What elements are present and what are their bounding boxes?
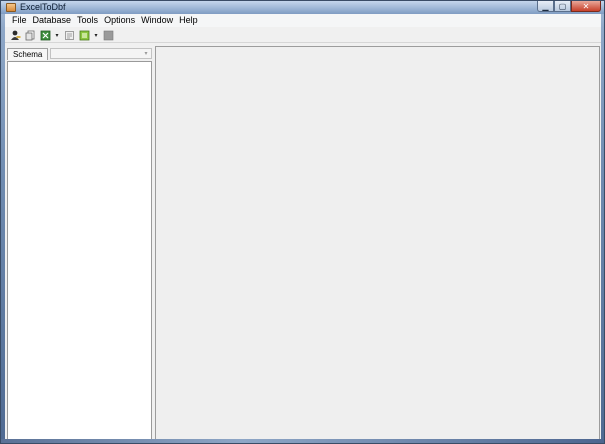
- copy-document-icon: [25, 30, 34, 40]
- menu-window[interactable]: Window: [138, 14, 176, 27]
- window-bottom-border: [1, 439, 604, 443]
- menu-database[interactable]: Database: [30, 14, 75, 27]
- notes-icon: [64, 30, 74, 40]
- minimize-button[interactable]: ▁: [537, 1, 554, 12]
- maximize-button[interactable]: ▢: [554, 1, 571, 12]
- schema-tree[interactable]: [7, 61, 152, 440]
- chevron-down-icon: ▾: [55, 32, 59, 39]
- mdi-workspace: [155, 46, 600, 440]
- export-button[interactable]: [39, 29, 51, 41]
- menu-help[interactable]: Help: [176, 14, 201, 27]
- minimize-icon: ▁: [542, 1, 549, 11]
- client-area: File Database Tools Options Window Help: [5, 14, 601, 441]
- stop-button[interactable]: [102, 29, 114, 41]
- schema-tab[interactable]: Schema: [7, 48, 49, 60]
- sheet-dropdown[interactable]: ▾: [93, 29, 99, 41]
- menu-options[interactable]: Options: [101, 14, 138, 27]
- menu-bar: File Database Tools Options Window Help: [5, 14, 601, 27]
- maximize-icon: ▢: [558, 1, 567, 11]
- window-title: ExcelToDbf: [20, 2, 66, 12]
- stop-icon: [103, 30, 113, 40]
- toolbar: ▾ ▾: [5, 28, 601, 43]
- chevron-down-icon: ▾: [94, 32, 98, 39]
- chevron-down-icon[interactable]: ▾: [142, 49, 150, 58]
- green-sheet-icon: [79, 30, 89, 40]
- sheet-button[interactable]: [78, 29, 90, 41]
- schema-combo[interactable]: ▾: [50, 48, 152, 59]
- export-dropdown[interactable]: ▾: [54, 29, 60, 41]
- window-controls: ▁ ▢ ✕: [537, 1, 601, 12]
- notes-button[interactable]: [63, 29, 75, 41]
- menu-tools[interactable]: Tools: [74, 14, 101, 27]
- connect-user-icon: [10, 30, 20, 40]
- close-button[interactable]: ✕: [571, 1, 601, 12]
- close-icon: ✕: [582, 1, 590, 11]
- copy-button[interactable]: [24, 29, 36, 41]
- connect-button[interactable]: [9, 29, 21, 41]
- app-window: ExcelToDbf ▁ ▢ ✕ File Database Tools Opt…: [0, 0, 605, 444]
- export-sheet-icon: [40, 30, 50, 40]
- schema-header: Schema ▾: [7, 47, 152, 60]
- menu-file[interactable]: File: [9, 14, 30, 27]
- title-bar[interactable]: ExcelToDbf ▁ ▢ ✕: [1, 1, 604, 14]
- app-icon[interactable]: [6, 3, 16, 12]
- schema-panel: Schema ▾: [7, 47, 152, 440]
